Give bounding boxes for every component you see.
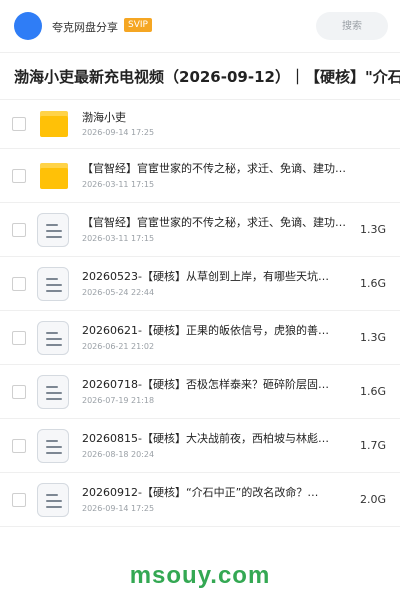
file-name: 【官智经】官宦世家的不传之秘，求迁、免谪、建功、化… [82,216,352,229]
list-item[interactable]: 20260815-【硬核】大决战前夜，西柏坡与林彪… 2026-08-18 20… [0,419,400,473]
document-icon [37,320,69,355]
file-size: 1.6G [359,384,386,398]
list-item[interactable]: 20260718-【硬核】否极怎样泰来？砸碎阶层固… 2026-07-19 21… [0,365,400,419]
file-name: 20260718-【硬核】否极怎样泰来？砸碎阶层固… [82,378,329,391]
file-name: 渤海小吏 [82,111,126,124]
file-date: 2026-06-21 21:02 [82,342,155,351]
file-date: 2026-09-14 17:25 [82,504,155,513]
row-checkbox[interactable] [12,222,26,237]
row-checkbox[interactable] [12,330,26,345]
row-checkbox[interactable] [12,168,26,183]
file-date: 2026-09-14 17:25 [82,128,155,137]
app-header: 夸克网盘分享 SVIP [0,0,400,53]
row-checkbox[interactable] [12,384,26,399]
file-date: 2026-07-19 21:18 [82,396,155,405]
row-checkbox[interactable] [12,438,26,453]
file-name: 20260621-【硬核】正果的皈依信号，虎狼的善… [82,324,329,337]
list-item[interactable]: 【官智经】官宦世家的不传之秘，求迁、免谪、建功、化… 2026-03-11 17… [0,149,400,203]
file-size: 1.6G [359,276,386,290]
document-icon [37,428,69,463]
watermark: msouy.com [129,562,271,589]
row-checkbox[interactable] [12,117,26,131]
file-date: 2026-05-24 22:44 [82,288,155,297]
folder-icon [40,162,68,189]
document-icon [37,374,69,409]
file-name: 【官智经】官宦世家的不传之秘，求迁、免谪、建功、化… [82,162,352,175]
file-size: 1.7G [359,438,386,452]
file-date: 2026-03-11 17:15 [82,234,155,243]
file-name: 20260912-【硬核】“介石中正”的改名改命？… [82,486,319,499]
file-size: 1.3G [359,330,386,344]
search-input[interactable] [316,12,388,40]
file-date: 2026-03-11 17:15 [82,180,155,189]
row-checkbox[interactable] [12,492,26,507]
file-name: 20260815-【硬核】大决战前夜，西柏坡与林彪… [82,432,329,445]
file-date: 2026-08-18 20:24 [82,450,155,459]
file-list: 渤海小吏 2026-09-14 17:25 【官智经】官宦世家的不传之秘，求迁、… [0,100,400,527]
title-bar: 渤海小吏最新充电视频（2026-09-12）｜【硬核】"介石中正"的改名改命？ [0,53,400,100]
page-title: 渤海小吏最新充电视频（2026-09-12）｜【硬核】"介石中正"的改名改命？ [14,68,400,86]
file-size: 2.0G [359,492,386,506]
document-icon [37,482,69,517]
document-icon [37,266,69,301]
svip-badge: SVIP [124,18,152,32]
list-item[interactable]: 渤海小吏 2026-09-14 17:25 [0,100,400,149]
row-checkbox[interactable] [12,276,26,291]
avatar[interactable] [14,12,42,40]
list-item[interactable]: 20260912-【硬核】“介石中正”的改名改命？… 2026-09-14 17… [0,473,400,527]
file-size: 1.3G [359,222,386,236]
list-item[interactable]: 【官智经】官宦世家的不传之秘，求迁、免谪、建功、化… 2026-03-11 17… [0,203,400,257]
list-item[interactable]: 20260621-【硬核】正果的皈依信号，虎狼的善… 2026-06-21 21… [0,311,400,365]
list-item[interactable]: 20260523-【硬核】从草创到上岸，有哪些天坑… 2026-05-24 22… [0,257,400,311]
site-name: 夸克网盘分享 [52,21,118,34]
file-name: 20260523-【硬核】从草创到上岸，有哪些天坑… [82,270,329,283]
folder-icon [40,111,68,137]
document-icon [37,212,69,247]
